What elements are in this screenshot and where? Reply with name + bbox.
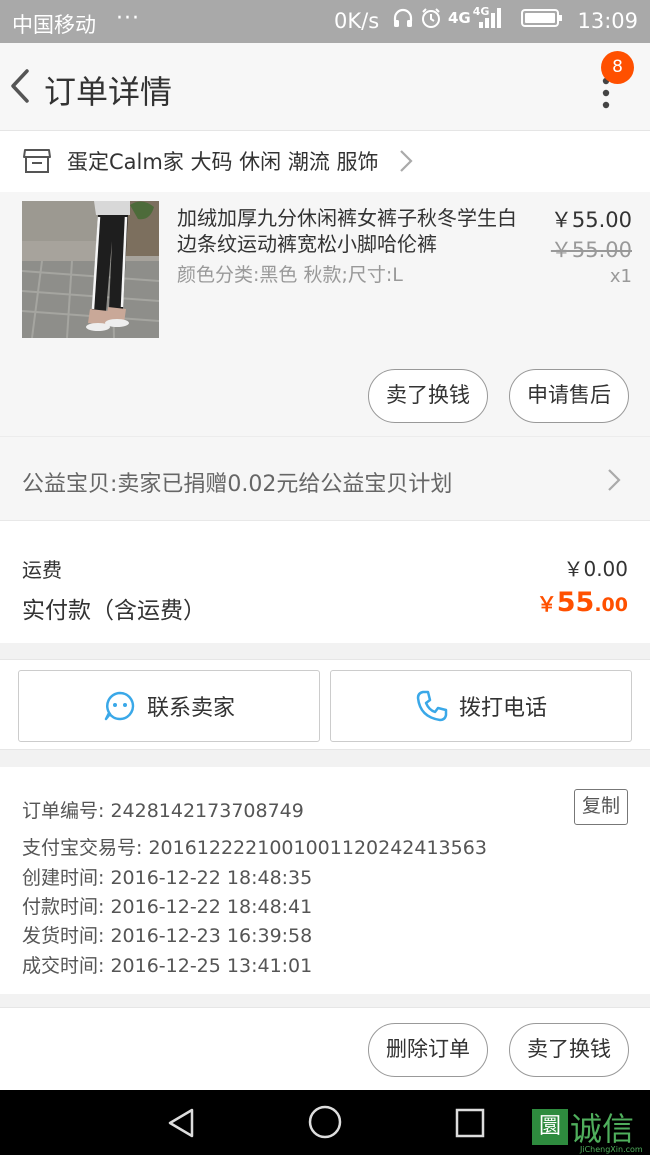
watermark-url: JiChengXin.com <box>580 1145 643 1154</box>
paid-decimal: .00 <box>594 594 628 616</box>
product-photo <box>22 201 159 338</box>
nav-home-icon[interactable] <box>307 1104 343 1140</box>
paid-time: 付款时间: 2016-12-22 18:48:41 <box>22 896 313 918</box>
watermark-logo: 圜 <box>532 1109 568 1145</box>
alipay-trade-number: 支付宝交易号: 2016122221001001120242413563 <box>22 837 487 859</box>
chevron-right-icon <box>608 469 621 491</box>
shipping-value: ￥0.00 <box>563 557 628 581</box>
copy-button[interactable]: 复制 <box>574 789 628 825</box>
shop-name: 蛋定Calm家 大码 休闲 潮流 服饰 <box>67 150 379 174</box>
shipping-label: 运费 <box>22 558 62 582</box>
contact-bar: 联系卖家 拨打电话 <box>0 659 650 750</box>
order-number: 订单编号: 2428142173708749 <box>22 800 304 822</box>
watermark: 圜 诚信 <box>532 1104 634 1150</box>
status-bar: 中国移动 ··· 0K/s 4G 4G 13:09 <box>0 0 650 43</box>
status-icons: 4G 4G <box>392 4 563 29</box>
network-speed: 0K/s <box>334 9 380 33</box>
overflow-dots: ··· <box>116 6 140 31</box>
call-phone-label: 拨打电话 <box>458 696 547 721</box>
chevron-right-icon <box>400 150 413 172</box>
back-arrow-icon[interactable] <box>6 65 36 107</box>
chat-face-icon <box>104 691 135 721</box>
contact-seller-button[interactable]: 联系卖家 <box>18 670 320 742</box>
product-thumbnail[interactable] <box>22 201 159 338</box>
item-original-price: ￥55.00 <box>550 238 632 262</box>
header: 订单详情 8 <box>0 43 650 130</box>
bottom-action-bar: 删除订单 卖了换钱 <box>0 1007 650 1090</box>
payment-summary: 运费 ￥0.00 实付款（含运费） ￥55.00 <box>0 520 650 643</box>
contact-seller-label: 联系卖家 <box>146 696 235 721</box>
shipped-time: 发货时间: 2016-12-23 16:39:58 <box>22 925 313 947</box>
charity-text: 公益宝贝:卖家已捐赠0.02元给公益宝贝计划 <box>22 472 453 497</box>
call-phone-button[interactable]: 拨打电话 <box>330 670 632 742</box>
order-item[interactable]: 加绒加厚九分休闲裤女裤子秋冬学生白边条纹运动裤宽松小脚哈伦裤 颜色分类:黑色 秋… <box>0 192 650 436</box>
paid-integer: 55 <box>556 587 595 618</box>
request-after-sale-button[interactable]: 申请售后 <box>509 369 629 423</box>
phone-icon <box>416 690 448 722</box>
paid-amount: ￥55.00 <box>537 587 628 618</box>
network-type-secondary: 4G <box>472 4 490 18</box>
nav-recents-icon[interactable] <box>454 1107 486 1139</box>
order-info: 订单编号: 2428142173708749 复制 支付宝交易号: 201612… <box>0 767 650 994</box>
paid-currency: ￥ <box>536 592 557 616</box>
page-title: 订单详情 <box>44 73 173 111</box>
battery-icon <box>521 9 563 27</box>
headphones-icon <box>393 8 413 27</box>
item-price: ￥55.00 <box>550 208 632 232</box>
completed-time: 成交时间: 2016-12-25 13:41:01 <box>22 955 313 977</box>
item-quantity: x1 <box>609 266 632 287</box>
created-time: 创建时间: 2016-12-22 18:48:35 <box>22 867 313 889</box>
product-spec: 颜色分类:黑色 秋款;尺寸:L <box>177 264 403 286</box>
watermark-text: 诚信 <box>570 1110 635 1148</box>
product-title[interactable]: 加绒加厚九分休闲裤女裤子秋冬学生白边条纹运动裤宽松小脚哈伦裤 <box>177 205 517 257</box>
shop-icon <box>23 149 51 173</box>
delete-order-button[interactable]: 删除订单 <box>368 1023 488 1077</box>
charity-row[interactable]: 公益宝贝:卖家已捐赠0.02元给公益宝贝计划 <box>0 436 650 520</box>
network-type: 4G <box>448 9 471 27</box>
nav-back-icon[interactable] <box>164 1106 198 1140</box>
carrier-name: 中国移动 <box>12 13 96 37</box>
paid-label: 实付款（含运费） <box>22 598 206 624</box>
notification-badge: 8 <box>601 51 634 84</box>
sell-for-cash-button-bottom[interactable]: 卖了换钱 <box>509 1023 629 1077</box>
alarm-icon <box>422 8 440 28</box>
sell-for-cash-button[interactable]: 卖了换钱 <box>368 369 488 423</box>
clock: 13:09 <box>577 9 638 33</box>
shop-row[interactable]: 蛋定Calm家 大码 休闲 潮流 服饰 <box>0 130 650 192</box>
